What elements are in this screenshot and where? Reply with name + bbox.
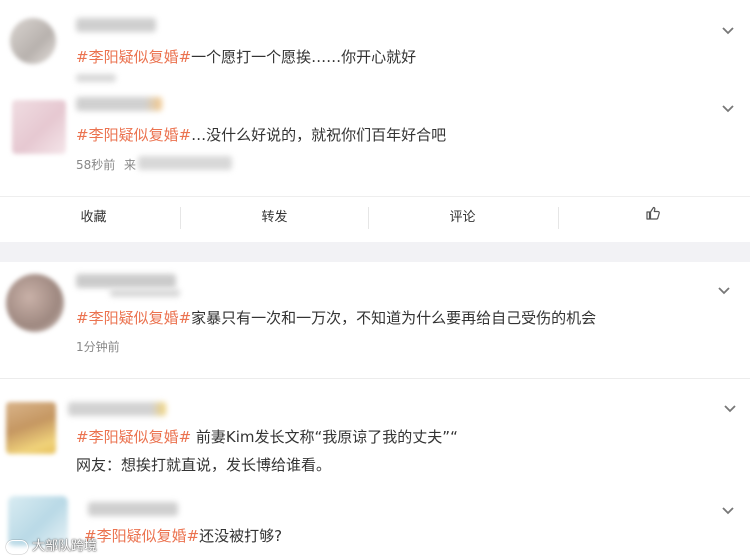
hashtag-link[interactable]: #李阳疑似复婚# xyxy=(76,126,191,144)
comment-body: 还没被打够? xyxy=(199,527,283,545)
timestamp: 58秒前 xyxy=(76,158,116,172)
comment-text-line2: 网友：想挨打就直说，发长博给谁看。 xyxy=(76,456,332,474)
comment-card: #李阳疑似复婚#…没什么好说的，就祝你们百年好合吧 58秒前 来 收藏 转发 评… xyxy=(0,92,750,242)
comment-text: #李阳疑似复婚#…没什么好说的，就祝你们百年好合吧 xyxy=(76,125,446,145)
watermark: 大部队跨境 xyxy=(6,535,97,554)
comment-card: #李阳疑似复婚#一个愿打一个愿挨……你开心就好 xyxy=(0,0,750,92)
chevron-down-icon[interactable] xyxy=(722,400,738,416)
username[interactable] xyxy=(76,274,176,288)
username[interactable] xyxy=(76,18,156,32)
username[interactable] xyxy=(76,97,162,111)
hashtag-link[interactable]: #李阳疑似复婚# xyxy=(76,428,191,446)
comment-text: #李阳疑似复婚#还没被打够? xyxy=(84,526,282,546)
comment-card: #李阳疑似复婚#还没被打够? xyxy=(0,480,750,558)
username[interactable] xyxy=(88,502,178,516)
comment-body: …没什么好说的，就祝你们百年好合吧 xyxy=(191,126,447,144)
timestamp: 1分钟前 xyxy=(76,340,120,354)
comment-body: 一个愿打一个愿挨……你开心就好 xyxy=(191,48,417,66)
weibo-comment-feed: #李阳疑似复婚#一个愿打一个愿挨……你开心就好 #李阳疑似复婚#…没什么好说的，… xyxy=(0,0,750,558)
comment-text: #李阳疑似复婚#家暴只有一次和一万次，不知道为什么要再给自己受伤的机会 xyxy=(76,308,596,328)
chevron-down-icon[interactable] xyxy=(720,502,736,518)
avatar[interactable] xyxy=(10,18,56,64)
avatar[interactable] xyxy=(12,100,66,154)
watermark-text: 大部队跨境 xyxy=(32,539,98,554)
comment-body: 家暴只有一次和一万次，不知道为什么要再给自己受伤的机会 xyxy=(191,309,597,327)
chevron-down-icon[interactable] xyxy=(716,282,732,298)
avatar[interactable] xyxy=(6,402,56,454)
like-button[interactable] xyxy=(559,197,746,239)
action-bar: 收藏 转发 评论 xyxy=(0,196,750,238)
hashtag-link[interactable]: #李阳疑似复婚# xyxy=(84,527,199,545)
hashtag-link[interactable]: #李阳疑似复婚# xyxy=(76,48,191,66)
chevron-down-icon[interactable] xyxy=(720,22,736,38)
username[interactable] xyxy=(68,402,166,416)
avatar[interactable] xyxy=(6,274,64,332)
card-divider xyxy=(0,242,750,262)
source-label: 来 xyxy=(124,158,137,172)
watermark-logo-icon xyxy=(6,539,28,554)
thumbs-up-icon xyxy=(645,197,661,239)
chevron-down-icon[interactable] xyxy=(720,100,736,116)
meta-blur xyxy=(76,74,116,82)
favorite-button[interactable]: 收藏 xyxy=(0,197,187,239)
comment-card: #李阳疑似复婚#家暴只有一次和一万次，不知道为什么要再给自己受伤的机会 1分钟前 xyxy=(0,262,750,378)
hashtag-link[interactable]: #李阳疑似复婚# xyxy=(76,309,191,327)
card-divider xyxy=(0,378,750,379)
comment-text: #李阳疑似复婚#一个愿打一个愿挨……你开心就好 xyxy=(76,47,416,67)
repost-button[interactable]: 转发 xyxy=(181,197,368,239)
badge-blur xyxy=(110,289,180,297)
comment-card: #李阳疑似复婚# 前妻Kim发长文称“我原谅了我的丈夫”“ 网友：想挨打就直说，… xyxy=(0,380,750,480)
comment-text: #李阳疑似复婚# 前妻Kim发长文称“我原谅了我的丈夫”“ xyxy=(76,427,458,447)
comment-body: 前妻Kim发长文称“我原谅了我的丈夫”“ xyxy=(191,428,458,446)
source-blur xyxy=(138,156,232,170)
comment-button[interactable]: 评论 xyxy=(369,197,556,239)
